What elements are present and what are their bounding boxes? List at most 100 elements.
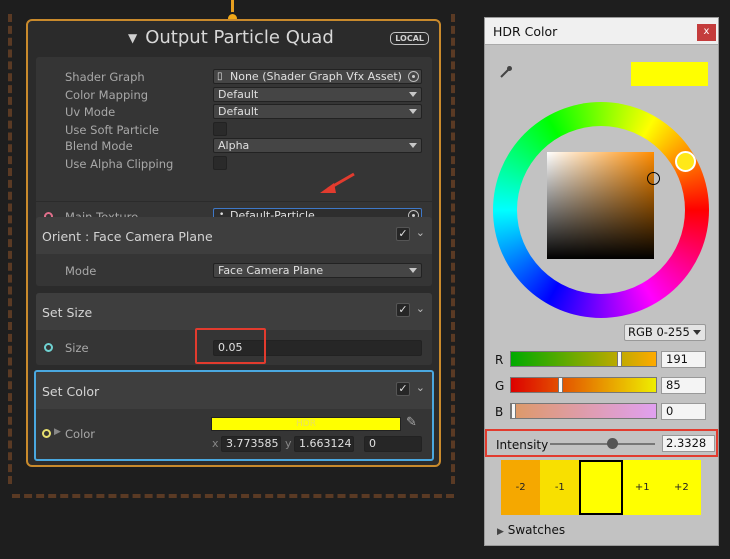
node-title: Output Particle Quad <box>145 27 334 48</box>
stop-swatch[interactable]: -1 <box>540 460 580 515</box>
orient-block-header[interactable]: Orient : Face Camera Plane ✓ ⌄ <box>36 217 432 254</box>
use-soft-particle-checkbox[interactable] <box>213 122 227 136</box>
divider <box>36 201 432 202</box>
prop-label: Blend Mode <box>65 139 133 153</box>
x-label: x <box>212 437 219 450</box>
local-badge[interactable]: LOCAL <box>390 32 429 45</box>
sv-marker[interactable] <box>647 172 660 185</box>
chevron-down-icon[interactable]: ⌄ <box>416 381 425 394</box>
saturation-value-square[interactable] <box>547 152 654 259</box>
block-enable-checkbox[interactable]: ✓ <box>396 303 410 317</box>
size-port[interactable] <box>44 343 53 352</box>
chevron-down-icon[interactable]: ⌄ <box>416 226 425 239</box>
slider-knob[interactable] <box>558 377 564 393</box>
chevron-down-icon <box>409 143 417 148</box>
channel-r: R 191 <box>495 351 710 368</box>
channel-g-input[interactable]: 85 <box>661 377 706 394</box>
hue-marker[interactable] <box>675 151 696 172</box>
set-size-block-header[interactable]: Set Size ✓ ⌄ <box>36 293 432 330</box>
swatches-label: Swatches <box>507 523 566 537</box>
window-title: HDR Color <box>493 24 558 39</box>
intensity-input[interactable]: 2.3328 <box>662 435 715 452</box>
channel-b-input[interactable]: 0 <box>661 403 706 420</box>
channel-r-input[interactable]: 191 <box>661 351 706 368</box>
uv-mode-dropdown[interactable]: Default <box>213 104 422 119</box>
color-label: Color <box>65 427 96 441</box>
set-color-block-header[interactable]: Set Color ✓ ⌄ <box>36 372 432 409</box>
prop-orient-mode: Mode Face Camera Plane <box>36 263 432 280</box>
y-label: y <box>285 437 292 450</box>
annotation-arrow <box>320 172 355 193</box>
color-swatch-field[interactable]: HDR <box>211 417 401 431</box>
orient-mode-dropdown[interactable]: Face Camera Plane <box>213 263 422 278</box>
connection-dashes-bottom <box>12 494 454 498</box>
block-title: Orient : Face Camera Plane <box>42 229 213 244</box>
color-mapping-dropdown[interactable]: Default <box>213 87 422 102</box>
connection-dashes-left <box>8 14 12 484</box>
prop-use-soft-particle: Use Soft Particle <box>36 122 432 139</box>
intensity-thumb[interactable] <box>607 438 618 449</box>
channel-b: B 0 <box>495 403 710 420</box>
stop-swatch[interactable]: +2 <box>661 460 702 515</box>
prop-uv-mode: Uv Mode Default <box>36 104 432 121</box>
channel-label: R <box>495 353 504 367</box>
color-mode-dropdown[interactable]: RGB 0-255 <box>624 324 706 341</box>
intensity-row: Intensity 2.3328 <box>485 429 718 457</box>
chevron-down-icon <box>409 92 417 97</box>
blend-mode-dropdown[interactable]: Alpha <box>213 138 422 153</box>
color-x-input[interactable]: 3.773585 <box>221 436 281 452</box>
chevron-down-icon <box>409 268 417 273</box>
swatches-foldout[interactable]: ▶ Swatches <box>497 523 565 537</box>
prop-shader-graph: Shader Graph ▯ None (Shader Graph Vfx As… <box>36 69 432 86</box>
window-titlebar[interactable]: HDR Color x <box>485 18 718 45</box>
close-button[interactable]: x <box>697 24 716 41</box>
stop-swatch[interactable]: -2 <box>501 460 541 515</box>
current-color-swatch <box>631 62 708 86</box>
prop-label: Uv Mode <box>65 105 116 119</box>
chevron-down-icon <box>409 109 417 114</box>
set-color-block[interactable]: Set Color ✓ ⌄ ▶ Color HDR ✎ x 3.773585 y… <box>34 370 434 461</box>
prop-use-alpha-clipping: Use Alpha Clipping <box>36 156 432 173</box>
eyedropper-icon[interactable] <box>499 65 513 79</box>
slider-knob[interactable] <box>617 351 623 367</box>
channel-b-slider[interactable] <box>510 403 657 419</box>
orient-block[interactable]: Orient : Face Camera Plane ✓ ⌄ Mode Face… <box>36 217 432 286</box>
prop-blend-mode: Blend Mode Alpha <box>36 138 432 155</box>
node-header[interactable]: ▼ Output Particle Quad LOCAL <box>28 21 439 55</box>
prop-label: Color Mapping <box>65 88 149 102</box>
block-enable-checkbox[interactable]: ✓ <box>396 227 410 241</box>
intensity-slider[interactable] <box>550 443 655 445</box>
color-z-input[interactable]: 0 <box>364 436 422 452</box>
shader-graph-field[interactable]: ▯ None (Shader Graph Vfx Asset) <box>213 69 422 84</box>
prop-label: Shader Graph <box>65 70 145 84</box>
channel-label: G <box>495 379 505 393</box>
output-icon: ▼ <box>128 30 138 45</box>
expand-icon[interactable]: ▶ <box>54 427 61 437</box>
block-title: Set Size <box>42 305 93 320</box>
stop-swatch-current[interactable] <box>579 460 623 515</box>
intensity-label: Intensity <box>496 438 549 452</box>
chevron-down-icon[interactable]: ⌄ <box>416 302 425 315</box>
size-highlight <box>195 328 266 364</box>
stop-swatch[interactable]: +1 <box>622 460 662 515</box>
slider-knob[interactable] <box>511 403 516 419</box>
channel-g-slider[interactable] <box>510 377 657 393</box>
channel-label: B <box>495 405 504 419</box>
hdr-color-window[interactable]: HDR Color x RGB 0-255 R 191 G 85 B 0 Int… <box>484 17 719 546</box>
hdr-label: HDR <box>296 419 316 429</box>
node-settings: Shader Graph ▯ None (Shader Graph Vfx As… <box>36 57 432 230</box>
prop-label: Use Alpha Clipping <box>65 157 174 171</box>
use-alpha-clipping-checkbox[interactable] <box>213 156 227 170</box>
exposure-stops: -2 -1 +1 +2 <box>501 460 702 515</box>
object-picker-icon[interactable] <box>408 71 419 82</box>
block-title: Set Color <box>42 384 100 399</box>
expand-icon: ▶ <box>497 527 504 537</box>
prop-color-mapping: Color Mapping Default <box>36 87 432 104</box>
channel-r-slider[interactable] <box>510 351 657 367</box>
color-y-input[interactable]: 1.663124 <box>294 436 354 452</box>
output-particle-quad-node[interactable]: ▼ Output Particle Quad LOCAL Shader Grap… <box>26 19 441 467</box>
color-port[interactable] <box>42 429 51 438</box>
channel-g: G 85 <box>495 377 710 394</box>
block-enable-checkbox[interactable]: ✓ <box>396 382 410 396</box>
eyedropper-icon[interactable]: ✎ <box>406 415 417 430</box>
